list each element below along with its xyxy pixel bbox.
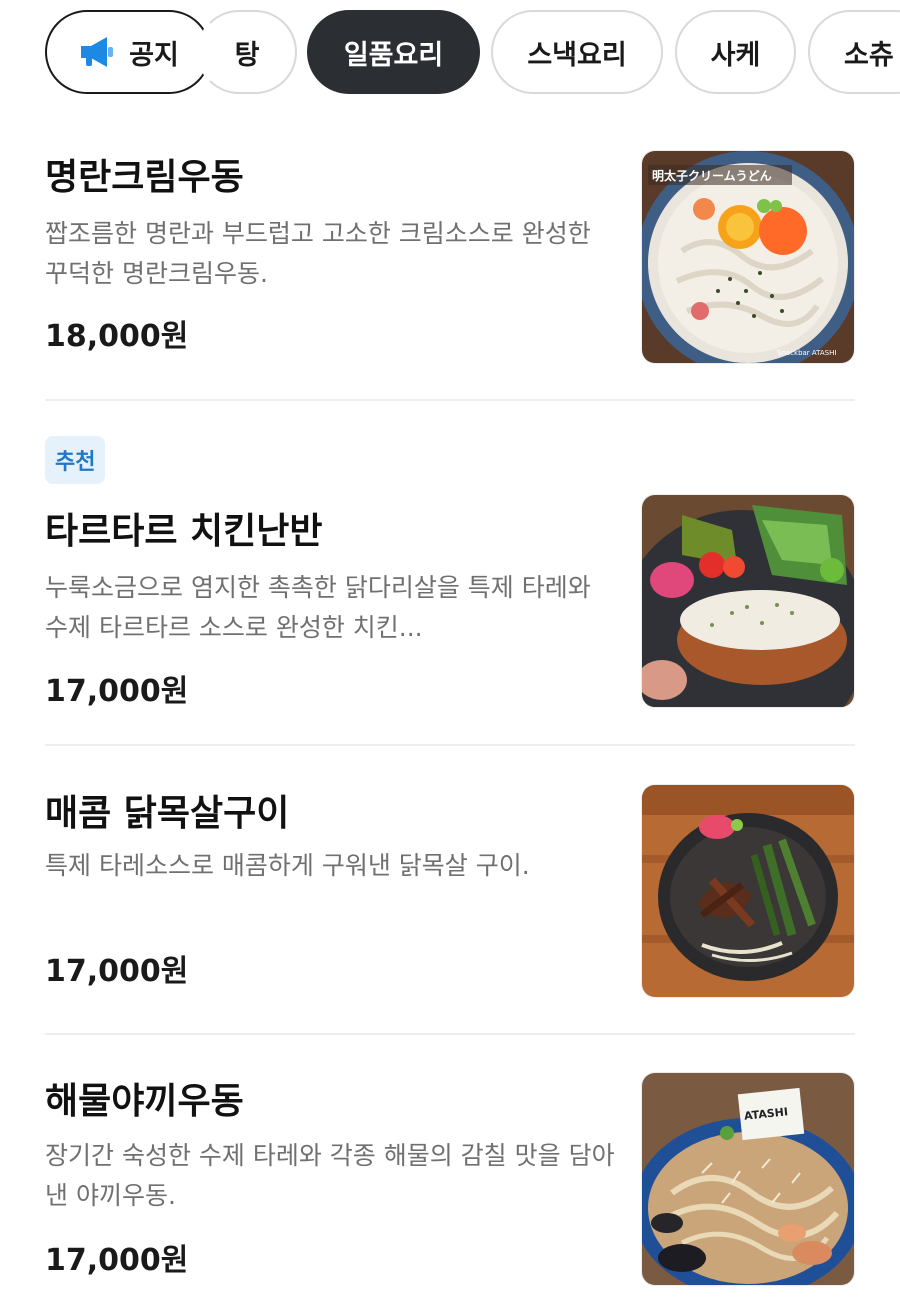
category-tabs: 공지 탕 일품요리 스낵요리 사케 소츄 [0, 10, 900, 98]
item-description: 장기간 숙성한 수제 타레와 각종 해물의 감칠 맛을 담아낸 야끼우동. [45, 1141, 615, 1210]
item-price: 17,000원 [45, 674, 189, 709]
menu-item[interactable]: 해물야끼우동 장기간 숙성한 수제 타레와 각종 해물의 감칠 맛을 담아낸 야… [45, 1072, 855, 1288]
image-overlay-text: 明太子クリームうどん [652, 168, 772, 183]
recommend-badge: 추천 [45, 436, 106, 484]
menu-item[interactable]: 매콤 닭목살구이 특제 타레소스로 매콤하게 구워낸 닭목살 구이. 17,00… [45, 784, 855, 1000]
tab-notice-label: 공지 [129, 39, 179, 71]
tab-tang-label: 탕 [234, 39, 260, 71]
item-description: 특제 타레소스로 매콤하게 구워낸 닭목살 구이. [45, 851, 530, 880]
tab-ilpum[interactable]: 일품요리 [307, 10, 480, 94]
item-name: 타르타르 치킨난반 [45, 511, 323, 552]
tab-tang[interactable]: 탕 [197, 10, 297, 94]
menu-item[interactable]: 명란크림우동 짭조름한 명란과 부드럽고 고소한 크림소스로 완성한 꾸덕한 명… [45, 148, 855, 364]
item-name: 명란크림우동 [45, 157, 244, 198]
item-price: 18,000원 [45, 319, 189, 354]
item-image: 明太子クリームうどん Snackbar ATASHI [641, 150, 855, 364]
item-image [641, 784, 855, 998]
tab-sake[interactable]: 사케 [675, 10, 796, 94]
image-watermark: Snackbar ATASHI [777, 349, 836, 357]
tab-shochu-label: 소츄 [844, 39, 894, 71]
item-image: ATASHI [641, 1072, 855, 1286]
item-price: 17,000원 [45, 954, 189, 989]
menu-item[interactable]: 추천 타르타르 치킨난반 누룩소금으로 염지한 촉촉한 닭다리살을 특제 타레와… [45, 436, 855, 709]
item-price: 17,000원 [45, 1243, 189, 1278]
tab-ilpum-label: 일품요리 [343, 39, 444, 71]
item-name: 해물야끼우동 [45, 1081, 244, 1122]
tab-notice[interactable]: 공지 [45, 10, 211, 94]
item-image [641, 494, 855, 708]
divider [45, 1033, 855, 1035]
item-description: 짭조름한 명란과 부드럽고 고소한 크림소스로 완성한 꾸덕한 명란크림우동. [45, 219, 591, 288]
divider [45, 399, 855, 401]
tab-snack[interactable]: 스낵요리 [491, 10, 663, 94]
tab-sake-label: 사케 [710, 39, 761, 71]
item-description: 누룩소금으로 염지한 촉촉한 닭다리살을 특제 타레와 수제 타르타르 소스로 … [45, 573, 591, 642]
divider [45, 744, 855, 746]
tab-snack-label: 스낵요리 [527, 39, 627, 71]
tab-shochu[interactable]: 소츄 [808, 10, 900, 94]
megaphone-icon [81, 37, 114, 67]
item-name: 매콤 닭목살구이 [45, 793, 290, 834]
